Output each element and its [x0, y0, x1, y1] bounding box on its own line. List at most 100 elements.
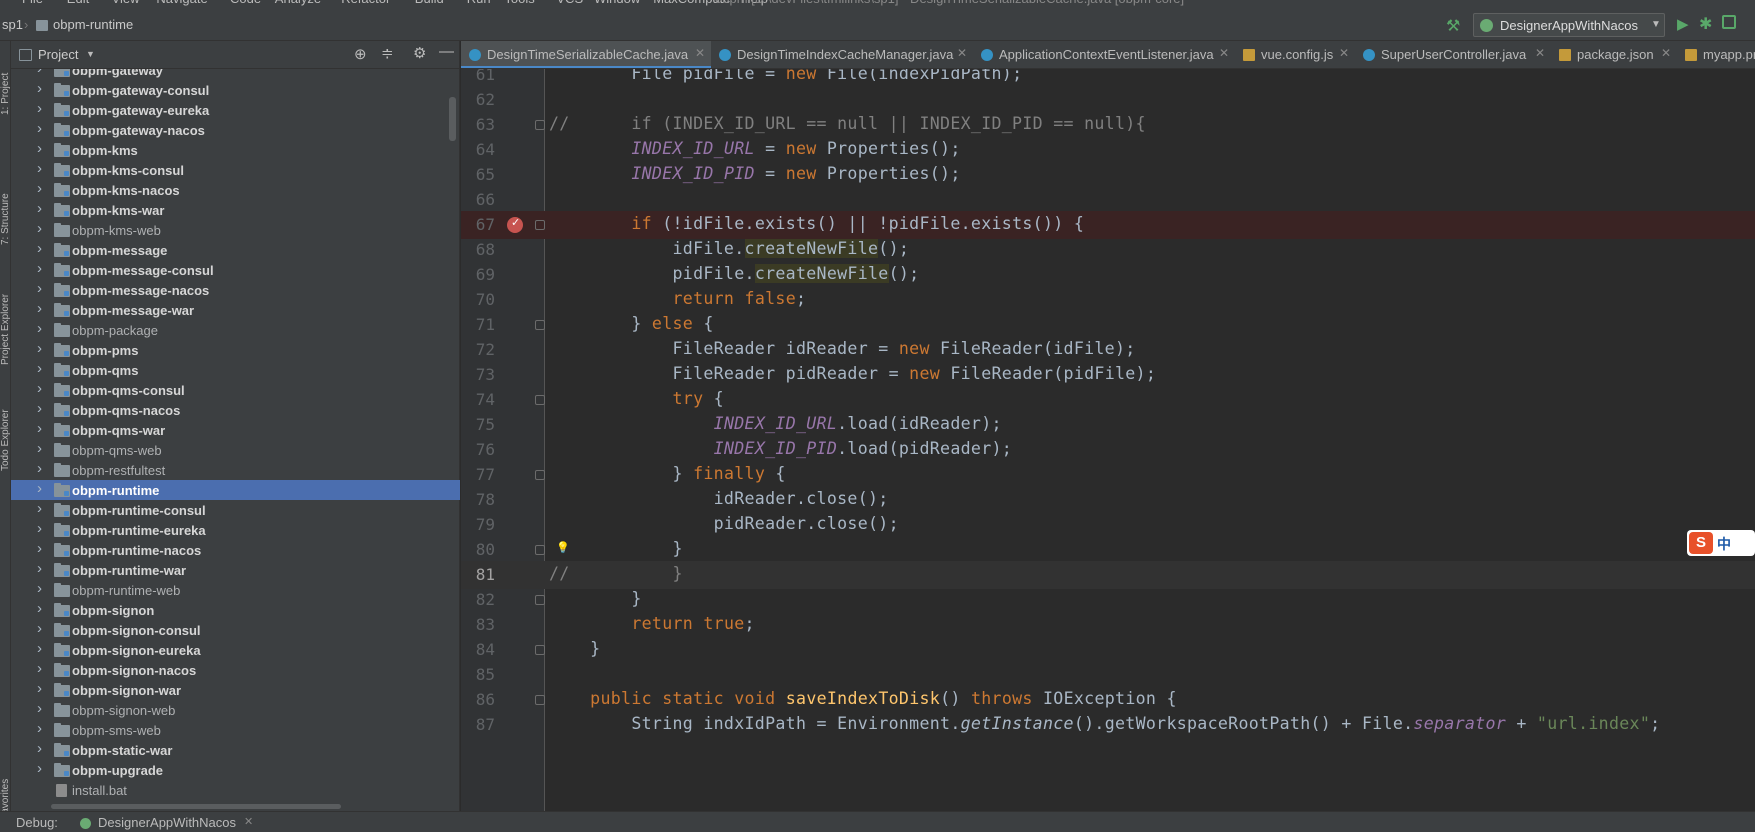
tree-item[interactable]: › obpm-runtime-nacos	[11, 540, 460, 560]
tree-horizontal-scrollbar[interactable]	[51, 804, 341, 809]
chevron-down-icon[interactable]: ▼	[86, 49, 95, 59]
code-line[interactable]: 74 try {	[461, 386, 1755, 414]
line-number[interactable]: 65	[461, 165, 495, 184]
tree-item[interactable]: › obpm-static-war	[11, 740, 460, 760]
tree-item[interactable]: › obpm-signon-war	[11, 680, 460, 700]
chevron-right-icon[interactable]: ›	[37, 740, 42, 757]
fold-marker-icon[interactable]	[535, 120, 545, 130]
tree-item[interactable]: › obpm-qms-web	[11, 440, 460, 460]
run-icon[interactable]: ▶	[1677, 15, 1689, 33]
menu-item-tools[interactable]: Tools	[504, 0, 534, 6]
editor-tab[interactable]: SuperUserController.java ✕	[1355, 41, 1551, 68]
code-line[interactable]: 63 // if (INDEX_ID_URL == null || INDEX_I…	[461, 111, 1755, 139]
code-line[interactable]: 83 return true;	[461, 611, 1755, 639]
code-line[interactable]: 70 return false;	[461, 286, 1755, 314]
ime-mode-label[interactable]: 中	[1717, 534, 1731, 554]
tree-item[interactable]: › obpm-gateway	[11, 69, 460, 80]
debug-config-tab[interactable]: DesignerAppWithNacos	[98, 815, 236, 830]
tree-item[interactable]: › obpm-message	[11, 240, 460, 260]
tree-item[interactable]: › obpm-kms-consul	[11, 160, 460, 180]
breakpoint-icon[interactable]	[507, 216, 523, 233]
locate-file-icon[interactable]: ⊕	[354, 45, 367, 63]
code-line[interactable]: 87 String indxIdPath = Environment.getIn…	[461, 711, 1755, 739]
tree-item[interactable]: install.bat	[11, 780, 460, 800]
line-number[interactable]: 72	[461, 340, 495, 359]
chevron-right-icon[interactable]: ›	[37, 680, 42, 697]
chevron-right-icon[interactable]: ›	[37, 540, 42, 557]
code-line[interactable]: 76 INDEX_ID_PID.load(pidReader);	[461, 436, 1755, 464]
breadcrumb-module[interactable]: obpm-runtime	[53, 17, 133, 32]
line-number[interactable]: 77	[461, 465, 495, 484]
chevron-right-icon[interactable]: ›	[37, 460, 42, 477]
chevron-right-icon[interactable]: ›	[37, 320, 42, 337]
tree-item[interactable]: › obpm-signon-nacos	[11, 660, 460, 680]
chevron-right-icon[interactable]: ›	[37, 69, 42, 77]
close-icon[interactable]: ✕	[1535, 46, 1545, 60]
fold-marker-icon[interactable]	[535, 645, 545, 655]
line-number[interactable]: 86	[461, 690, 495, 709]
code-line[interactable]: 77 } finally {	[461, 461, 1755, 489]
tree-item[interactable]: › obpm-qms-war	[11, 420, 460, 440]
line-number[interactable]: 70	[461, 290, 495, 309]
line-number[interactable]: 71	[461, 315, 495, 334]
code-line[interactable]: 75 INDEX_ID_URL.load(idReader);	[461, 411, 1755, 439]
code-line[interactable]: 67 if (!idFile.exists() || !pidFile.exis…	[461, 211, 1755, 239]
tree-item[interactable]: › obpm-runtime	[11, 480, 460, 500]
tree-item[interactable]: › obpm-gateway-nacos	[11, 120, 460, 140]
fold-marker-icon[interactable]	[535, 320, 545, 330]
fold-marker-icon[interactable]	[535, 395, 545, 405]
tree-item[interactable]: › obpm-kms-nacos	[11, 180, 460, 200]
menu-item-window[interactable]: Window	[594, 0, 640, 6]
tree-vertical-scrollbar[interactable]	[449, 97, 456, 141]
tree-item[interactable]: › obpm-upgrade	[11, 760, 460, 780]
chevron-right-icon[interactable]: ›	[37, 500, 42, 517]
line-number[interactable]: 68	[461, 240, 495, 259]
chevron-right-icon[interactable]: ›	[37, 400, 42, 417]
code-line[interactable]: 81 // }	[461, 561, 1755, 589]
chevron-right-icon[interactable]: ›	[37, 600, 42, 617]
run-configuration-select[interactable]: DesignerAppWithNacos ▼	[1473, 13, 1665, 37]
line-number[interactable]: 69	[461, 265, 495, 284]
code-line[interactable]: 78 idReader.close();	[461, 486, 1755, 514]
tree-item[interactable]: › obpm-message-war	[11, 300, 460, 320]
line-number[interactable]: 66	[461, 190, 495, 209]
code-line[interactable]: 66	[461, 186, 1755, 214]
tree-item[interactable]: › obpm-qms	[11, 360, 460, 380]
menu-item-run[interactable]: Run	[467, 0, 491, 6]
code-line[interactable]: 64 INDEX_ID_URL = new Properties();	[461, 136, 1755, 164]
structure-tool-tab[interactable]: 7: Structure	[0, 161, 11, 245]
chevron-right-icon[interactable]: ›	[37, 300, 42, 317]
chevron-right-icon[interactable]: ›	[37, 640, 42, 657]
tree-item[interactable]: › obpm-signon-web	[11, 700, 460, 720]
chevron-right-icon[interactable]: ›	[37, 360, 42, 377]
menu-item-file[interactable]: File	[22, 0, 43, 6]
editor-tab[interactable]: vue.config.js ✕	[1235, 41, 1355, 68]
line-number[interactable]: 74	[461, 390, 495, 409]
line-number[interactable]: 61	[461, 69, 495, 84]
chevron-right-icon[interactable]: ›	[37, 340, 42, 357]
close-icon[interactable]: ✕	[1219, 46, 1229, 60]
line-number[interactable]: 80	[461, 540, 495, 559]
line-number[interactable]: 75	[461, 415, 495, 434]
menu-item-edit[interactable]: Edit	[67, 0, 89, 6]
code-line[interactable]: 68 idFile.createNewFile();	[461, 236, 1755, 264]
line-number[interactable]: 79	[461, 515, 495, 534]
tree-item[interactable]: › obpm-signon-eureka	[11, 640, 460, 660]
chevron-right-icon[interactable]: ›	[37, 220, 42, 237]
editor-tab[interactable]: DesignTimeIndexCacheManager.java ✕	[711, 41, 973, 68]
line-number[interactable]: 63	[461, 115, 495, 134]
chevron-right-icon[interactable]: ›	[37, 140, 42, 157]
close-icon[interactable]: ✕	[957, 46, 967, 60]
project-view-title[interactable]: Project	[38, 47, 78, 62]
menu-item-navigate[interactable]: Navigate	[156, 0, 207, 6]
chevron-right-icon[interactable]: ›	[37, 440, 42, 457]
code-line[interactable]: 72 FileReader idReader = new FileReader(…	[461, 336, 1755, 364]
line-number[interactable]: 85	[461, 665, 495, 684]
fold-marker-icon[interactable]	[535, 545, 545, 555]
tree-item[interactable]: › obpm-message-consul	[11, 260, 460, 280]
line-number[interactable]: 62	[461, 90, 495, 109]
chevron-right-icon[interactable]: ›	[37, 120, 42, 137]
chevron-right-icon[interactable]: ›	[37, 180, 42, 197]
editor-tab[interactable]: myapp.pr	[1677, 41, 1755, 68]
line-number[interactable]: 83	[461, 615, 495, 634]
